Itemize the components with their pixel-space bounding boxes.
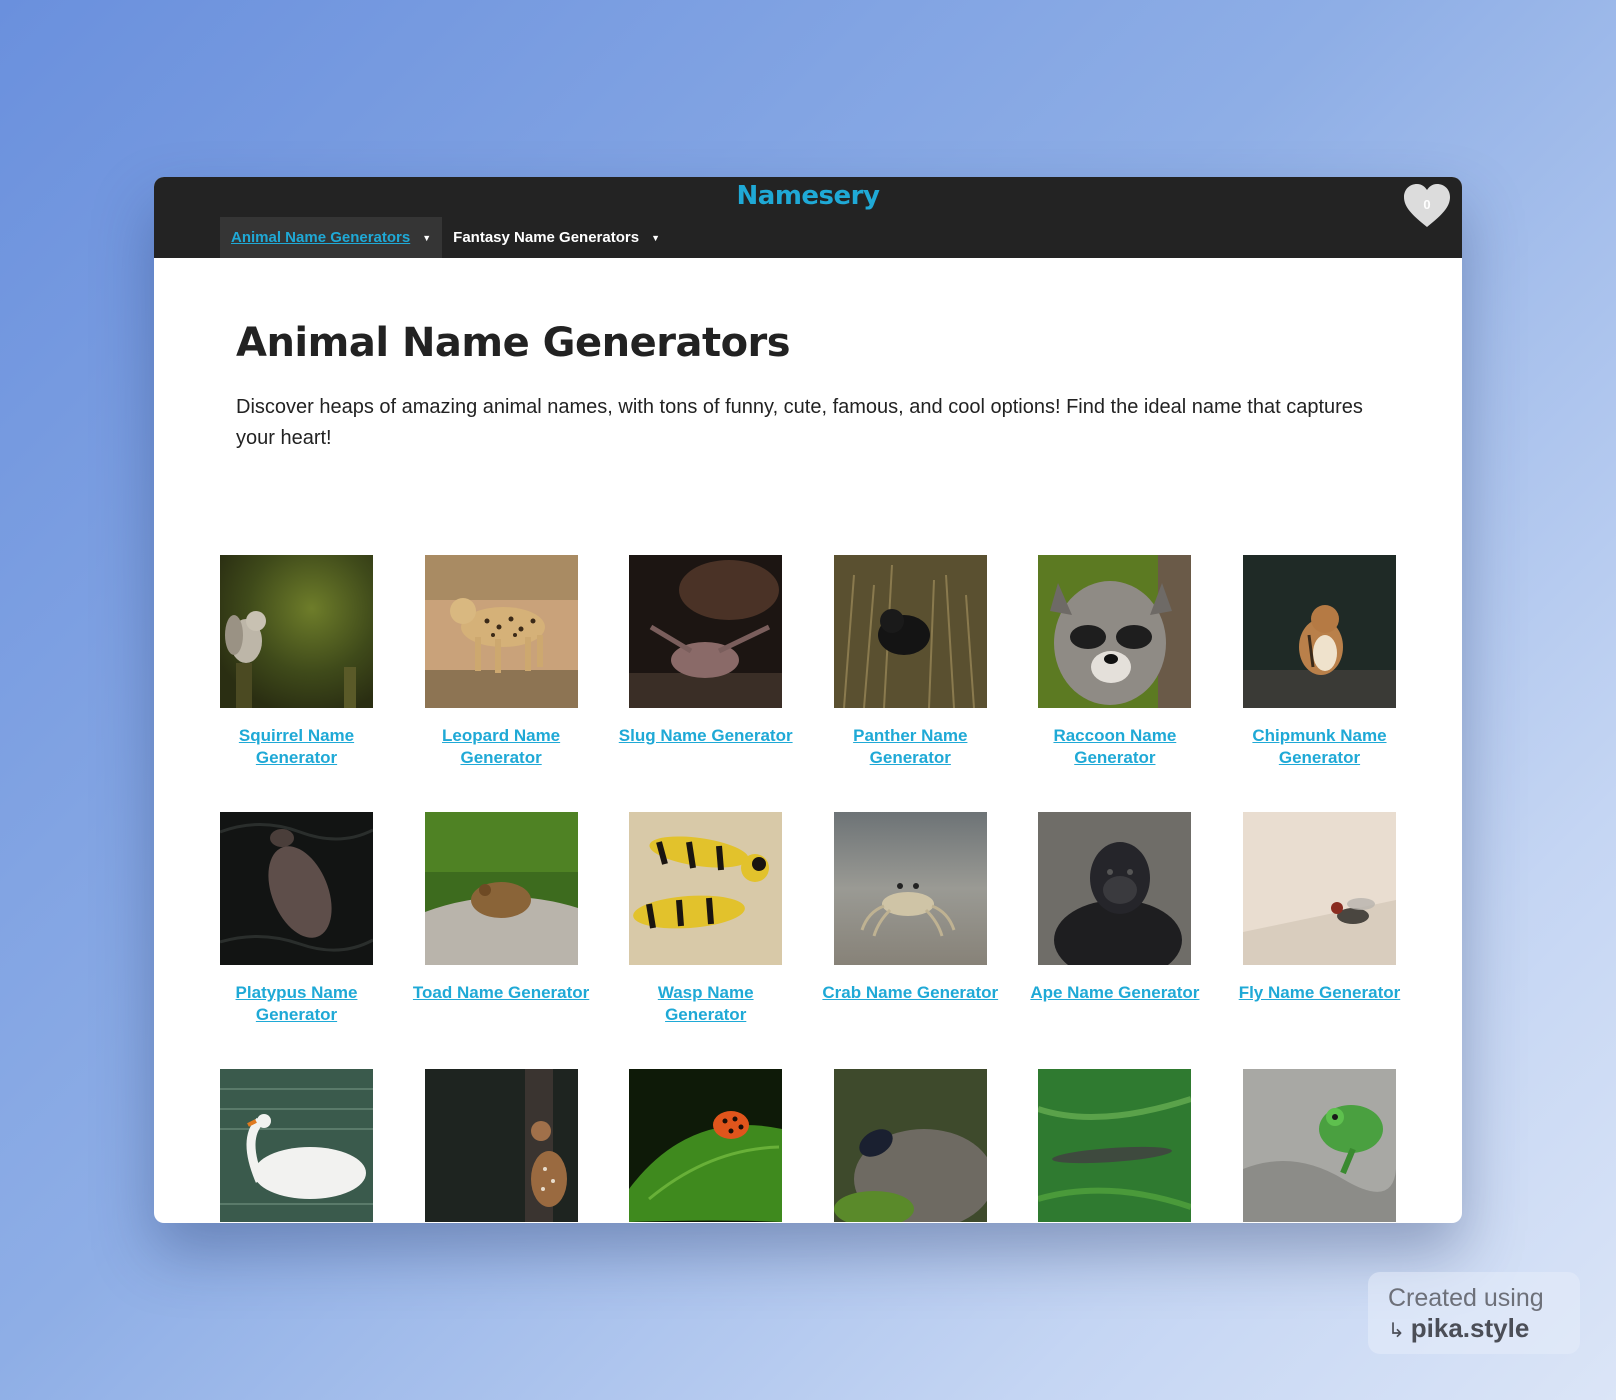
generator-card: Squirrel Name Generator <box>220 555 373 812</box>
page-title: Animal Name Generators <box>236 320 791 366</box>
platypus-photo[interactable] <box>220 812 373 965</box>
card-link[interactable]: Platypus Name Generator <box>206 982 387 1026</box>
ladybug-photo[interactable] <box>629 1069 783 1222</box>
nav-animal-name-generators[interactable]: Animal Name Generators ▼ <box>220 217 443 258</box>
browser-window: Namesery 0 Animal Name Generators ▼ Fant… <box>154 177 1462 1223</box>
card-link[interactable]: Ape Name Generator <box>1024 982 1205 1004</box>
card-link[interactable]: Raccoon Name Generator <box>1024 725 1205 769</box>
caret-down-icon: ▼ <box>651 232 660 243</box>
chameleon-photo[interactable] <box>1242 1069 1396 1222</box>
deer-photo[interactable] <box>424 1069 578 1222</box>
ape-photo[interactable] <box>1038 812 1192 965</box>
favorites-count: 0 <box>1423 197 1431 212</box>
return-arrow-icon: ↳ <box>1388 1320 1405 1342</box>
generator-card: Chipmunk Name Generator <box>1242 555 1396 812</box>
leopard-photo[interactable] <box>424 555 578 708</box>
main-content: Animal Name Generators Discover heaps of… <box>154 258 1462 454</box>
watermark-line2: ↳ pika.style <box>1388 1313 1580 1344</box>
raccoon-photo[interactable] <box>1038 555 1192 708</box>
generator-card: Panther Name Generator <box>833 555 987 812</box>
generator-card: Crab Name Generator <box>822 812 998 1069</box>
generator-card <box>1038 1069 1192 1223</box>
beetle-photo[interactable] <box>833 1069 987 1222</box>
card-link[interactable]: Slug Name Generator <box>615 725 796 747</box>
wasp-photo[interactable] <box>629 812 783 965</box>
swan-photo[interactable] <box>220 1069 373 1222</box>
nav-label: Animal Name Generators <box>231 229 411 246</box>
card-link[interactable]: Squirrel Name Generator <box>206 725 387 769</box>
caret-down-icon: ▼ <box>422 232 432 243</box>
generator-card: Leopard Name Generator <box>424 555 578 812</box>
card-link[interactable]: Wasp Name Generator <box>615 982 796 1026</box>
card-link[interactable]: Toad Name Generator <box>411 982 592 1004</box>
card-link[interactable]: Chipmunk Name Generator <box>1229 725 1410 769</box>
fly-photo[interactable] <box>1242 812 1396 965</box>
watermark-badge: Created using ↳ pika.style <box>1368 1272 1580 1354</box>
favorites-button[interactable]: 0 <box>1402 183 1452 229</box>
generator-card <box>220 1069 373 1223</box>
site-header: Namesery 0 Animal Name Generators ▼ Fant… <box>154 177 1462 258</box>
page-intro: Discover heaps of amazing animal names, … <box>236 396 1363 449</box>
main-nav: Animal Name Generators ▼ Fantasy Name Ge… <box>220 217 671 258</box>
crab-photo[interactable] <box>833 812 987 965</box>
generator-card <box>629 1069 783 1223</box>
card-link[interactable]: Fly Name Generator <box>1229 982 1410 1004</box>
card-link[interactable]: Panther Name Generator <box>820 725 1001 769</box>
generator-card: Wasp Name Generator <box>629 812 783 1069</box>
generator-card: Raccoon Name Generator <box>1038 555 1192 812</box>
generator-card: Toad Name Generator <box>413 812 589 1069</box>
generator-card: Fly Name Generator <box>1239 812 1400 1069</box>
card-link[interactable]: Leopard Name Generator <box>411 725 592 769</box>
site-logo[interactable]: Namesery <box>154 181 1462 211</box>
toad-photo[interactable] <box>424 812 578 965</box>
generator-card: Platypus Name Generator <box>220 812 373 1069</box>
watermark-line1: Created using <box>1388 1284 1544 1312</box>
generator-card <box>424 1069 578 1223</box>
generator-card: Ape Name Generator <box>1030 812 1199 1069</box>
generator-card <box>833 1069 987 1223</box>
card-link[interactable]: Crab Name Generator <box>820 982 1001 1004</box>
generator-card: Slug Name Generator <box>619 555 793 812</box>
squirrel-photo[interactable] <box>220 555 373 708</box>
panther-photo[interactable] <box>833 555 987 708</box>
nav-fantasy-name-generators[interactable]: Fantasy Name Generators ▼ <box>442 217 671 258</box>
generator-grid: Squirrel Name Generator Leopard Name Gen… <box>220 555 1400 1223</box>
generator-card <box>1242 1069 1396 1223</box>
watermark-brand: pika.style <box>1410 1313 1530 1343</box>
chipmunk-photo[interactable] <box>1242 555 1396 708</box>
slug-photo[interactable] <box>629 555 783 708</box>
crocodile-photo[interactable] <box>1038 1069 1192 1222</box>
nav-label: Fantasy Name Generators <box>453 229 640 246</box>
